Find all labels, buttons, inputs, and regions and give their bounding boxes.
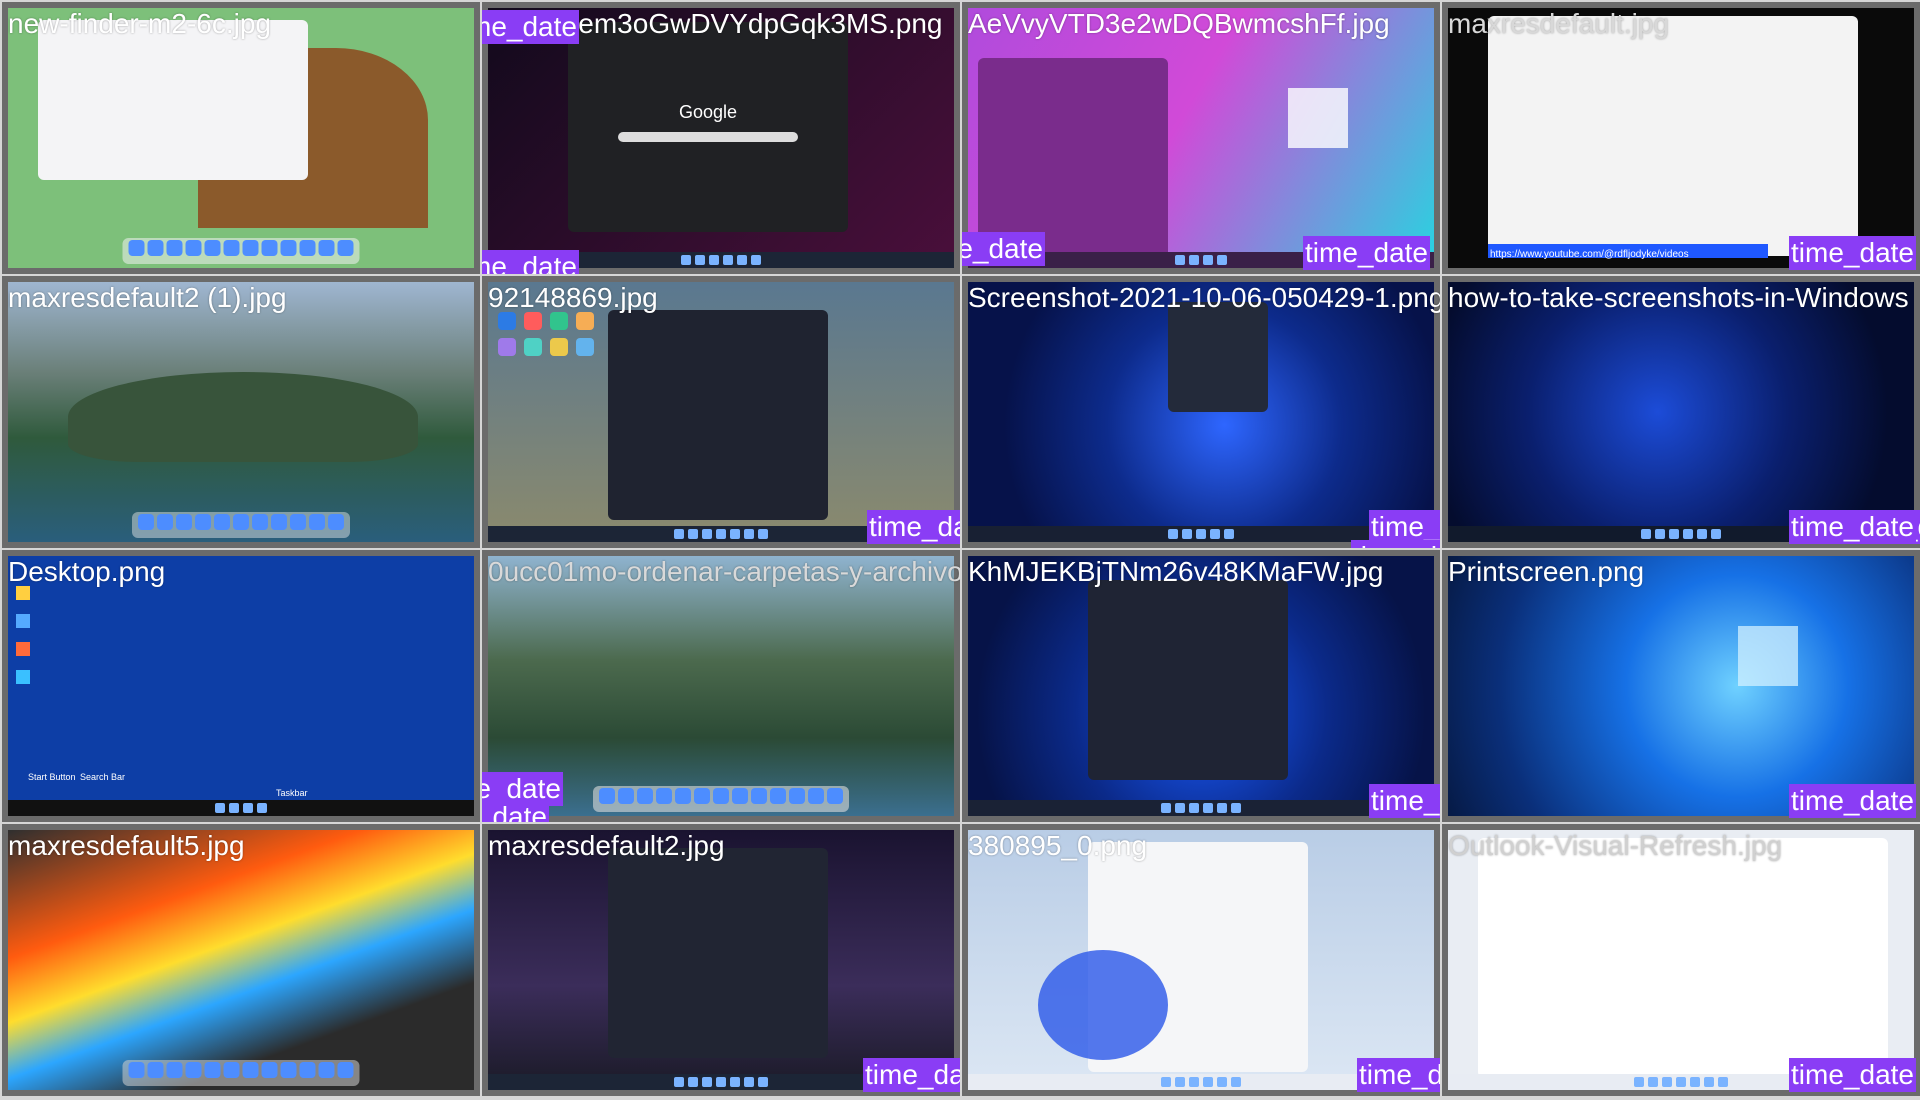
thumbnail-tile[interactable]: maxresdefault2.jpg time_date: [482, 824, 960, 1096]
thumbnail-filename: AeVvyVTD3e2wDQBwmcshFf.jpg: [968, 8, 1390, 39]
thumbnail-tile[interactable]: Start Button Search Bar Taskbar Desktop.…: [2, 550, 480, 822]
screenshot-preview: [968, 8, 1434, 268]
screenshot-preview: https://www.youtube.com/@rdfljodyke/vide…: [1448, 8, 1914, 268]
time-date-badge: time_date: [482, 800, 549, 822]
thumbnail-filename: Outlook-Visual-Refresh.jpg: [1448, 830, 1783, 861]
thumbnail-tile[interactable]: 0ucc01mo-ordenar-carpetas-y-archivos.jpg…: [482, 550, 960, 822]
screenshot-preview: [1448, 282, 1914, 542]
thumbnail-filename: new-finder-m2-6c.jpg: [8, 8, 271, 39]
screenshot-preview: [488, 830, 954, 1090]
screenshot-preview: [8, 8, 474, 268]
url-bar: https://www.youtube.com/@rdfljodyke/vide…: [1490, 249, 1689, 260]
thumbnail-tile[interactable]: 92148869.jpg time_date: [482, 276, 960, 548]
time-date-badge: time_date: [1789, 510, 1916, 544]
thumbnail-filename: Printscreen.png: [1448, 556, 1645, 587]
thumbnail-filename: Desktop.png: [8, 556, 166, 587]
thumbnail-tile[interactable]: Screenshot-2021-10-06-050429-1.png time_…: [962, 276, 1440, 548]
screenshot-preview: Google: [488, 8, 954, 268]
thumbnail-filename: maxresdefault2 (1).jpg: [8, 282, 287, 313]
screenshot-preview: [968, 556, 1434, 816]
time-date-badge: time_date: [1789, 784, 1916, 818]
screenshot-preview: [1448, 830, 1914, 1090]
thumbnail-filename: how-to-take-screenshots-in-Windows: [1448, 282, 1909, 313]
thumbnail-tile[interactable]: how-to-take-screenshots-in-Windows time_…: [1442, 276, 1920, 548]
screenshot-preview: [968, 830, 1434, 1090]
thumbnail-tile[interactable]: AeVvyVTD3e2wDQBwmcshFf.jpg time_date tim…: [962, 2, 1440, 274]
thumbnail-filename: maxresdefault.jpg: [1448, 8, 1670, 39]
thumbnail-tile[interactable]: Printscreen.png time_date: [1442, 550, 1920, 822]
start-button-label: Start Button: [28, 772, 76, 782]
time-date-badge: time_date: [867, 510, 960, 544]
time-date-badge: time_date: [1351, 540, 1440, 548]
time-date-badge: time_date: [1303, 236, 1430, 270]
time-date-badge: time_date: [1369, 784, 1440, 818]
screenshot-preview: [968, 282, 1434, 542]
time-date-badge: time_date: [962, 232, 1045, 266]
time-date-badge: time_date: [863, 1058, 960, 1092]
taskbar-label: Taskbar: [276, 788, 308, 798]
thumbnail-filename: Screenshot-2021-10-06-050429-1.png: [968, 282, 1440, 313]
screenshot-preview: [8, 830, 474, 1090]
thumbnail-tile[interactable]: maxresdefault2 (1).jpg: [2, 276, 480, 548]
thumbnail-filename: 92148869.jpg: [488, 282, 658, 313]
thumbnail-tile[interactable]: new-finder-m2-6c.jpg: [2, 2, 480, 274]
time-date-badge: time_date: [1369, 510, 1440, 544]
screenshot-preview: [1448, 556, 1914, 816]
time-date-badge: time_date: [1789, 1058, 1916, 1092]
time-date-badge: time_date: [1789, 236, 1916, 270]
screenshot-preview: [488, 282, 954, 542]
thumbnail-filename: 380895_0.png: [968, 830, 1148, 861]
thumbnail-tile[interactable]: https://www.youtube.com/@rdfljodyke/vide…: [1442, 2, 1920, 274]
google-logo: Google: [678, 102, 738, 122]
thumbnail-filename: 0ucc01mo-ordenar-carpetas-y-archivos.jpg: [488, 556, 960, 587]
thumbnail-filename: maxresdefault2.jpg: [488, 830, 725, 861]
thumbnail-tile[interactable]: maxresdefault5.jpg: [2, 824, 480, 1096]
thumbnail-tile[interactable]: Outlook-Visual-Refresh.jpg time_date: [1442, 824, 1920, 1096]
thumbnail-filename: KhMJEKBjTNm26v48KMaFW.jpg: [968, 556, 1384, 587]
thumbnail-tile[interactable]: 380895_0.png time_date: [962, 824, 1440, 1096]
search-bar-label: Search Bar: [80, 772, 126, 782]
thumbnail-filename: maxresdefault5.jpg: [8, 830, 245, 861]
time-date-badge: time_date: [482, 10, 579, 44]
thumbnail-grid: new-finder-m2-6c.jpg Google 0l8z3tdem3oG…: [0, 0, 1920, 1100]
thumbnail-tile[interactable]: Google 0l8z3tdem3oGwDVYdpGqk3MS.png time…: [482, 2, 960, 274]
thumbnail-tile[interactable]: KhMJEKBjTNm26v48KMaFW.jpg time_date: [962, 550, 1440, 822]
screenshot-preview: [8, 282, 474, 542]
screenshot-preview: Start Button Search Bar Taskbar: [8, 556, 474, 816]
time-date-badge: time_date: [1357, 1058, 1440, 1092]
time-date-badge: time_date: [482, 250, 579, 274]
